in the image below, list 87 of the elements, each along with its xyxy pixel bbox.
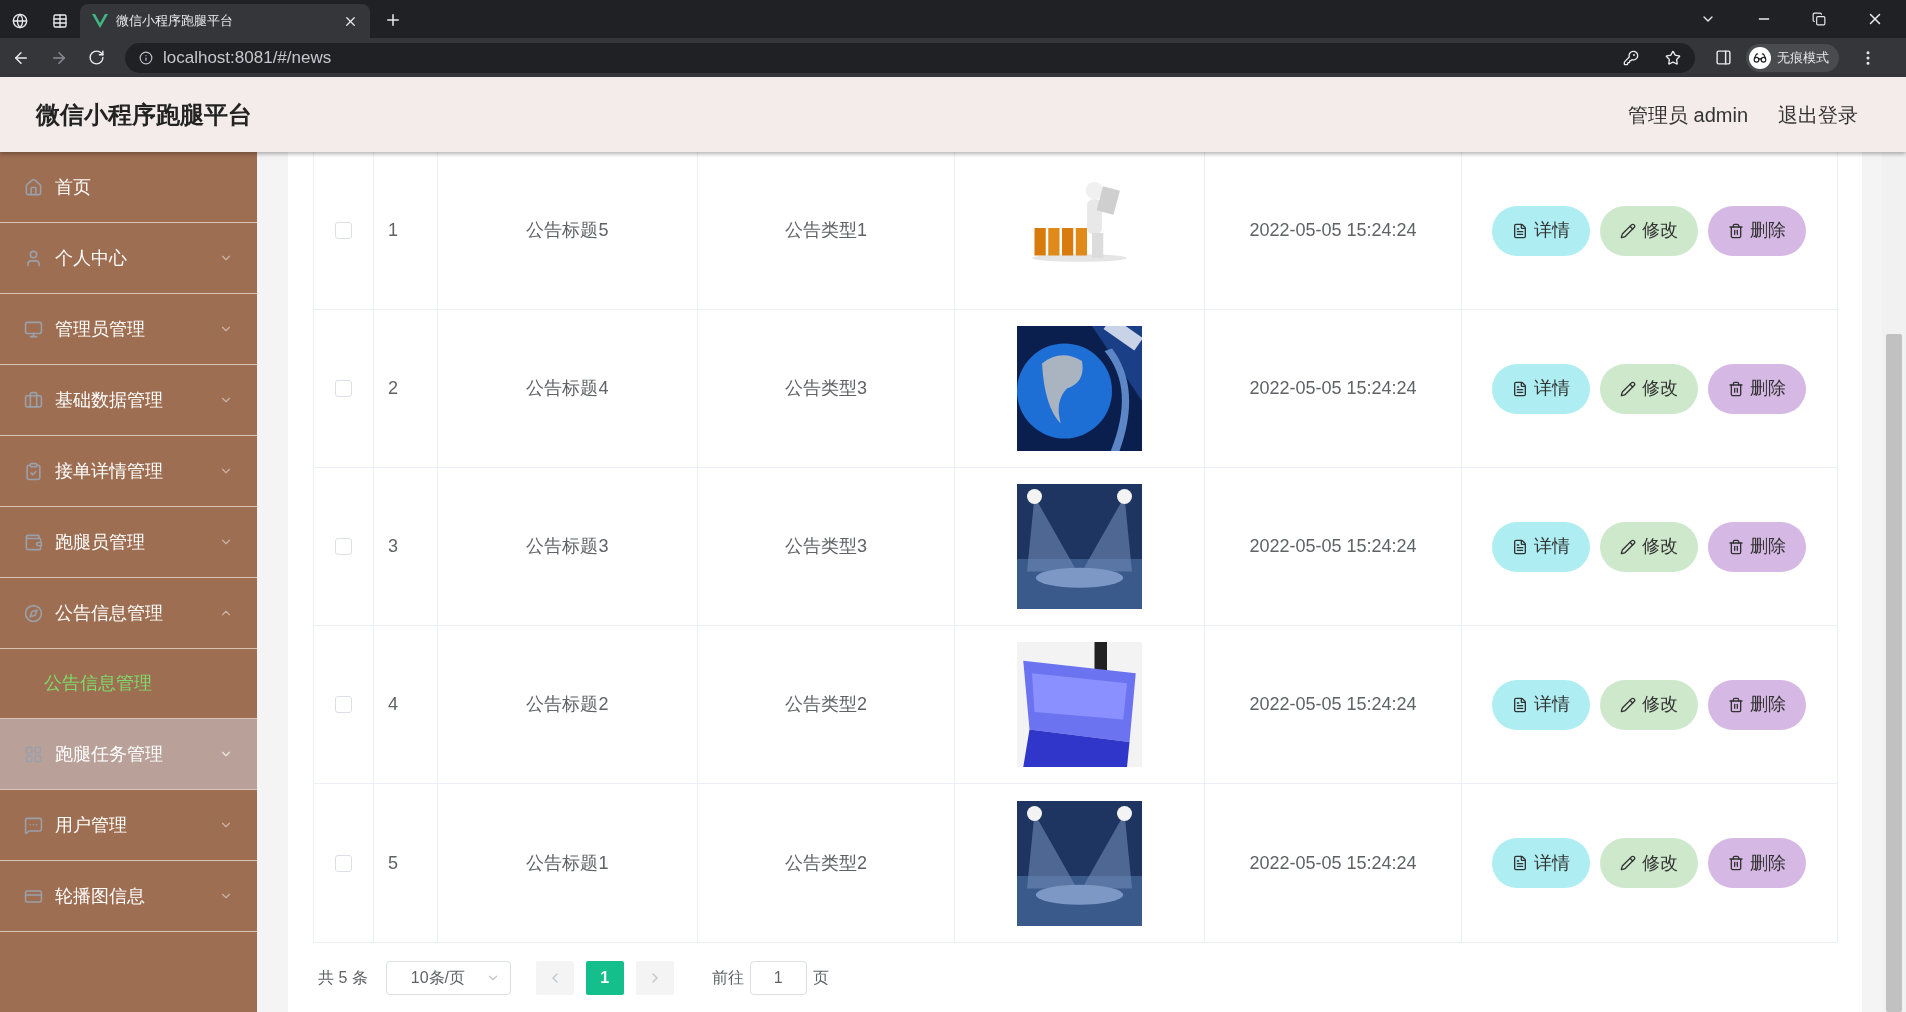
briefcase-icon: [24, 390, 43, 410]
row-checkbox[interactable]: [335, 538, 352, 555]
grid-icon: [24, 744, 43, 764]
globe-icon: [12, 13, 28, 29]
pencil-icon: [1620, 538, 1636, 555]
user-label: 管理员 admin: [1627, 102, 1748, 128]
delete-button[interactable]: 删除: [1708, 838, 1806, 888]
edit-button[interactable]: 修改: [1600, 205, 1698, 256]
type-cell-text: 公告类型3: [785, 377, 867, 400]
user-icon: [24, 248, 43, 268]
trash-icon: [1728, 696, 1744, 713]
table-icon: [52, 13, 68, 29]
time-cell-text: 2022-05-05 15:24:24: [1249, 535, 1417, 558]
trash-icon: [1728, 855, 1744, 871]
detail-button[interactable]: 详情: [1492, 205, 1590, 256]
index-cell-text: 3: [388, 535, 398, 558]
title-cell-text: 公告标题5: [526, 219, 609, 242]
index-cell-text: 1: [388, 219, 398, 242]
star-icon[interactable]: [1665, 49, 1681, 66]
type-cell-text: 公告类型3: [785, 535, 867, 558]
pencil-icon: [1620, 855, 1636, 871]
detail-button[interactable]: 详情: [1492, 363, 1590, 414]
row-checkbox[interactable]: [335, 854, 352, 872]
clipboard-icon: [24, 461, 43, 481]
type-cell-text: 公告类型2: [785, 851, 867, 875]
time-cell-text: 2022-05-05 15:24:24: [1249, 693, 1417, 716]
document-icon: [1512, 855, 1528, 871]
type-cell-text: 公告类型2: [785, 693, 867, 716]
key-icon[interactable]: [1623, 49, 1639, 66]
scrollbar[interactable]: [1882, 152, 1906, 1012]
title-cell-text: 公告标题1: [526, 851, 609, 875]
v-logo-icon: [92, 14, 108, 28]
incognito-icon: [1749, 46, 1771, 69]
edit-button[interactable]: 修改: [1600, 363, 1698, 414]
row-checkbox[interactable]: [335, 222, 352, 239]
restore-icon[interactable]: [1812, 12, 1826, 26]
goto-label: 前往: [711, 967, 744, 988]
trash-icon: [1728, 380, 1744, 397]
title-cell-text: 公告标题2: [526, 693, 609, 716]
index-cell-text: 5: [388, 851, 398, 875]
browser-tab[interactable]: 微信小程序跑腿平台: [80, 4, 370, 38]
pencil-icon: [1620, 380, 1636, 397]
app-title: 微信小程序跑腿平台: [36, 99, 253, 130]
row-checkbox[interactable]: [335, 696, 352, 713]
time-cell-text: 2022-05-05 15:24:24: [1249, 851, 1417, 875]
title-cell-text: 公告标题3: [526, 535, 609, 558]
delete-button[interactable]: 删除: [1708, 521, 1806, 572]
delete-button[interactable]: 删除: [1708, 679, 1806, 730]
profile-chip[interactable]: 无痕模式: [1746, 43, 1839, 72]
trash-icon: [1728, 538, 1744, 555]
row-checkbox[interactable]: [335, 380, 352, 397]
edit-button[interactable]: 修改: [1600, 838, 1698, 888]
detail-button[interactable]: 详情: [1492, 521, 1590, 572]
index-cell-text: 2: [388, 377, 398, 400]
edit-button[interactable]: 修改: [1600, 521, 1698, 572]
total-count: 共 5 条: [318, 967, 368, 988]
detail-button[interactable]: 详情: [1492, 838, 1590, 888]
logout-link[interactable]: 退出登录: [1778, 99, 1858, 130]
detail-button[interactable]: 详情: [1492, 679, 1590, 730]
address-field[interactable]: localhost:8081/#/news: [125, 42, 1695, 73]
wallet-icon: [24, 532, 43, 552]
document-icon: [1512, 222, 1528, 239]
pencil-icon: [1620, 222, 1636, 239]
home-icon: [24, 177, 43, 197]
time-cell-text: 2022-05-05 15:24:24: [1249, 219, 1417, 242]
index-cell-text: 4: [388, 693, 398, 716]
document-icon: [1512, 380, 1528, 397]
pencil-icon: [1620, 696, 1636, 713]
monitor-icon: [24, 319, 43, 339]
document-icon: [1512, 538, 1528, 555]
document-icon: [1512, 696, 1528, 713]
delete-button[interactable]: 删除: [1708, 363, 1806, 414]
goto-page-field[interactable]: 1: [749, 960, 807, 995]
delete-button[interactable]: 删除: [1708, 205, 1806, 256]
edit-button[interactable]: 修改: [1600, 679, 1698, 730]
chat-icon: [24, 815, 43, 835]
title-cell-text: 公告标题4: [526, 377, 609, 400]
side-panel-icon[interactable]: [1715, 49, 1732, 66]
compass-icon: [24, 603, 43, 623]
trash-icon: [1728, 222, 1744, 239]
time-cell-text: 2022-05-05 15:24:24: [1249, 377, 1417, 400]
reload-icon[interactable]: [88, 49, 105, 66]
goto-suffix: 页: [812, 967, 829, 988]
page-size-select[interactable]: 10条/页: [385, 960, 511, 995]
type-cell-text: 公告类型1: [785, 219, 867, 242]
info-icon: [139, 50, 153, 65]
new-tab-icon[interactable]: [384, 11, 402, 29]
